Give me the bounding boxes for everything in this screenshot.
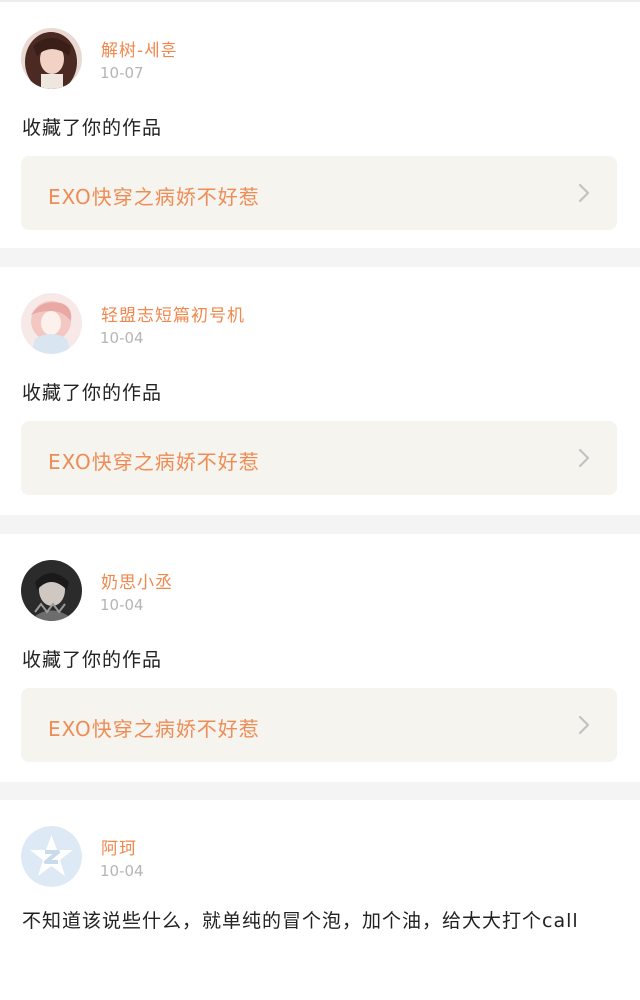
chevron-right-icon [578, 448, 590, 468]
work-title: EXO快穿之病娇不好惹 [48, 717, 260, 741]
action-text: 收藏了你的作品 [22, 382, 163, 404]
work-link[interactable]: EXO快穿之病娇不好惹 [21, 156, 617, 230]
action-text: 收藏了你的作品 [22, 649, 163, 671]
avatar[interactable] [21, 826, 82, 887]
username[interactable]: 奶思小丞 [101, 568, 173, 593]
qq-default-avatar-icon [21, 826, 82, 887]
username[interactable]: 解树-세훈 [101, 36, 177, 61]
notification-card: 解树-세훈 10-07 收藏了你的作品 EXO快穿之病娇不好惹 [0, 2, 640, 248]
work-title: EXO快穿之病娇不好惹 [48, 185, 260, 209]
timestamp: 10-04 [100, 596, 144, 614]
avatar-image [21, 293, 82, 354]
username[interactable]: 轻盟志短篇初号机 [101, 301, 245, 326]
chevron-right-icon [578, 715, 590, 735]
notification-card: 奶思小丞 10-04 收藏了你的作品 EXO快穿之病娇不好惹 [0, 534, 640, 782]
work-link[interactable]: EXO快穿之病娇不好惹 [21, 421, 617, 495]
avatar-image [21, 28, 82, 89]
timestamp: 10-07 [100, 64, 144, 82]
comment-card: 阿珂 10-04 不知道该说些什么，就单纯的冒个泡，加个油，给大大打个call [0, 800, 640, 1000]
username[interactable]: 阿珂 [101, 834, 137, 859]
notification-card: 轻盟志短篇初号机 10-04 收藏了你的作品 EXO快穿之病娇不好惹 [0, 267, 640, 515]
work-link[interactable]: EXO快穿之病娇不好惹 [21, 688, 617, 762]
work-title: EXO快穿之病娇不好惹 [48, 450, 260, 474]
avatar[interactable] [21, 293, 82, 354]
avatar[interactable] [21, 560, 82, 621]
avatar[interactable] [21, 28, 82, 89]
action-text: 收藏了你的作品 [22, 117, 163, 139]
timestamp: 10-04 [100, 862, 144, 880]
timestamp: 10-04 [100, 329, 144, 347]
chevron-right-icon [578, 183, 590, 203]
avatar-image [21, 560, 82, 621]
comment-text: 不知道该说些什么，就单纯的冒个泡，加个油，给大大打个call [22, 910, 579, 932]
